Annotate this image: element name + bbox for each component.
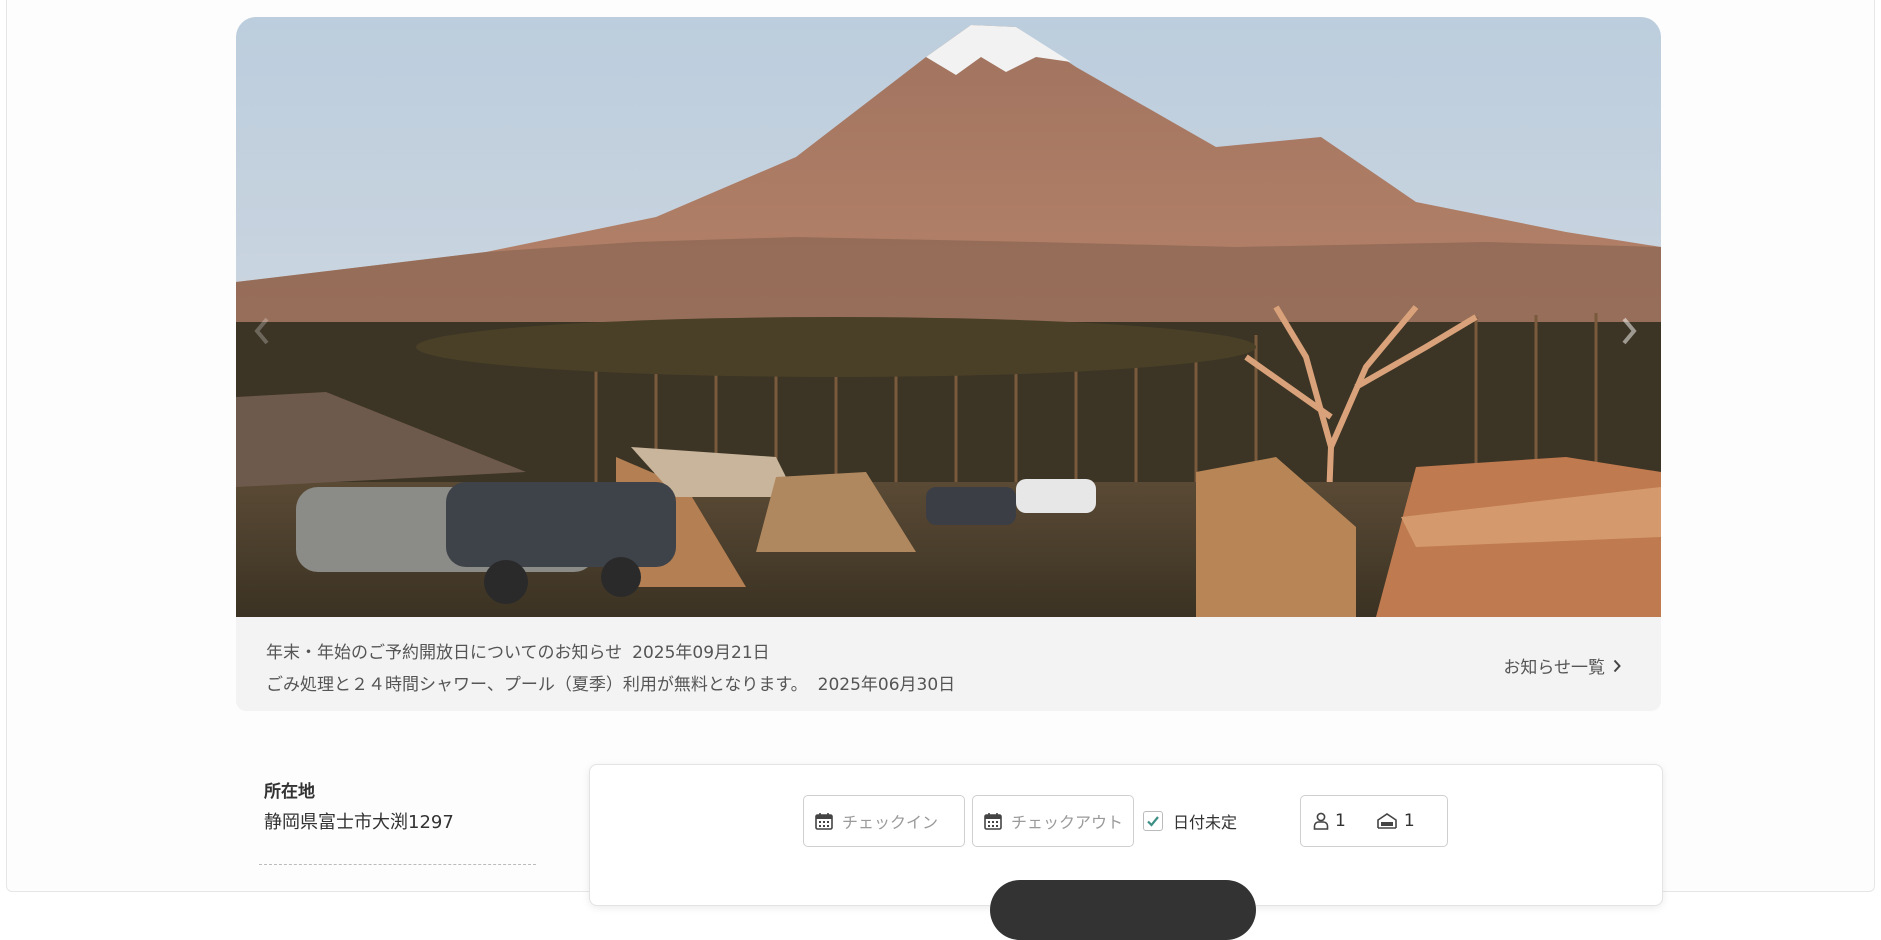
check-icon [1147,816,1159,827]
search-card: チェックイン チェックアウト 日付未定 1 1 [589,764,1663,940]
chevron-left-icon [254,317,269,345]
news-list-label: お知らせ一覧 [1503,658,1605,678]
news-title: ごみ処理と２４時間シャワー、プール（夏季）利用が無料となります。 [266,675,808,695]
person-icon [1313,812,1329,830]
hero-image [236,17,1661,617]
location-label: 所在地 [264,782,315,802]
carousel-prev-button[interactable] [248,309,276,353]
hero-carousel [236,17,1661,617]
checkout-field[interactable]: チェックアウト [972,795,1134,847]
news-title: 年末・年始のご予約開放日についてのお知らせ [266,643,623,663]
news-item[interactable]: ごみ処理と２４時間シャワー、プール（夏季）利用が無料となります。 2025年06月… [266,670,955,695]
guest-count: 1 [1335,811,1346,831]
carousel-next-button[interactable] [1615,309,1643,353]
divider [259,864,536,865]
room-count: 1 [1403,811,1415,831]
calendar-icon [815,813,833,830]
news-item[interactable]: 年末・年始のご予約開放日についてのお知らせ 2025年09月21日 [266,638,770,663]
chevron-right-icon [1622,317,1637,345]
search-button[interactable] [990,880,1256,940]
guests-rooms-selector[interactable]: 1 1 [1300,795,1448,847]
bed-icon [1376,812,1398,830]
location-address: 静岡県富士市大渕1297 [264,812,454,833]
checkout-placeholder: チェックアウト [1011,813,1124,832]
news-date: 2025年06月30日 [817,675,956,695]
checkin-placeholder: チェックイン [842,813,939,832]
checkin-field[interactable]: チェックイン [803,795,965,847]
date-undecided-toggle[interactable]: 日付未定 [1143,809,1237,833]
news-list-link[interactable]: お知らせ一覧 [1503,653,1621,678]
date-undecided-label: 日付未定 [1173,813,1238,832]
news-date: 2025年09月21日 [632,643,770,663]
news-bar: 年末・年始のご予約開放日についてのお知らせ 2025年09月21日 ごみ処理と２４… [236,617,1661,711]
date-undecided-checkbox[interactable] [1143,811,1163,831]
chevron-right-icon [1613,659,1621,672]
calendar-icon [984,813,1002,830]
